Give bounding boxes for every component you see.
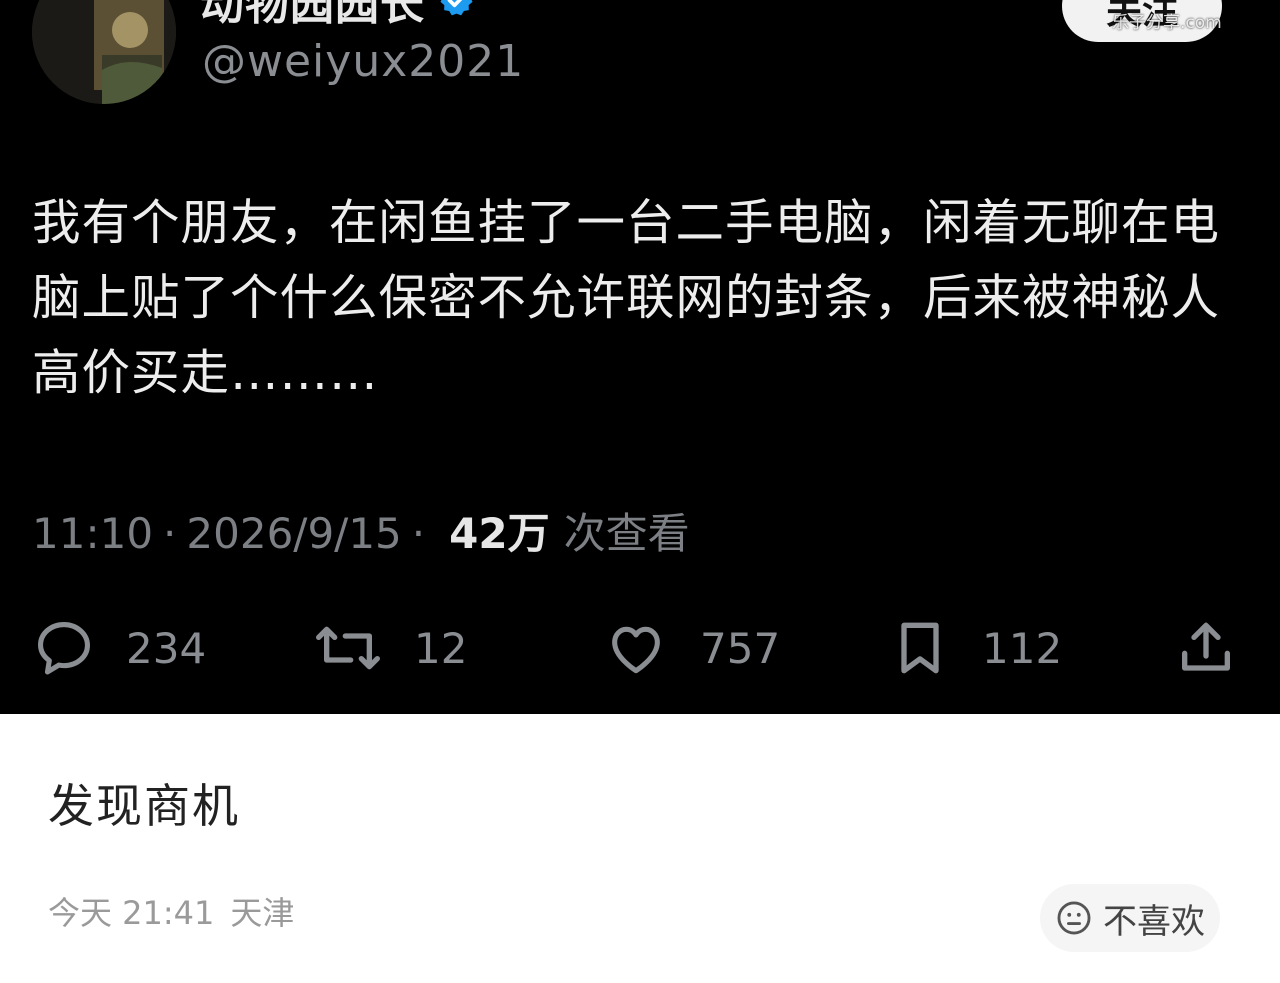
- tweet-time: 11:10: [32, 509, 154, 558]
- views-count: 42万: [449, 509, 550, 558]
- reply-count: 234: [126, 623, 207, 673]
- avatar[interactable]: [32, 0, 176, 104]
- tweet-date: 2026/9/15: [186, 509, 402, 558]
- frown-face-icon: [1057, 901, 1091, 935]
- post-location: 天津: [230, 894, 295, 932]
- separator-dot: ·: [163, 509, 177, 558]
- reply-icon: [38, 622, 90, 675]
- post-timestamp: 今天 21:41: [48, 894, 215, 932]
- bookmark-button[interactable]: 112: [888, 608, 1062, 688]
- tweet-text: 我有个朋友，在闲鱼挂了一台二手电脑，闲着无聊在电脑上贴了个什么保密不允许联网的封…: [32, 195, 1221, 401]
- reply-button[interactable]: 234: [32, 608, 206, 688]
- like-button[interactable]: 757: [602, 608, 780, 688]
- share-icon: [1182, 622, 1230, 671]
- display-name-row: 动物园园长: [200, 0, 477, 30]
- user-handle[interactable]: @weiyux2021: [202, 36, 524, 87]
- views-label: 次查看: [563, 509, 690, 558]
- tweet-screenshot: 动物园园长 @weiyux2021 关注 乐子分享.com 我有个朋友，在闲鱼挂…: [0, 0, 1280, 714]
- bookmark-count: 112: [982, 623, 1063, 673]
- separator-dot: ·: [411, 509, 426, 558]
- post-meta: 今天 21:41 天津: [48, 888, 294, 934]
- tweet-meta: 11:10 · 2026/9/15 · 42万 次查看: [32, 500, 690, 561]
- dislike-button[interactable]: 不喜欢: [1040, 884, 1220, 952]
- tweet-actions: 234 12 757 112: [0, 608, 1280, 688]
- like-count: 757: [700, 623, 781, 673]
- display-name[interactable]: 动物园园长: [200, 0, 425, 32]
- watermark: 乐子分享.com: [1112, 13, 1222, 33]
- retweet-icon: [315, 626, 380, 670]
- page: 动物园园长 @weiyux2021 关注 乐子分享.com 我有个朋友，在闲鱼挂…: [0, 0, 1280, 983]
- retweet-button[interactable]: 12: [312, 608, 467, 688]
- heart-icon: [612, 626, 660, 674]
- bookmark-icon: [901, 622, 939, 674]
- share-button[interactable]: [1174, 608, 1238, 688]
- post-caption: 发现商机: [48, 779, 240, 833]
- retweet-count: 12: [414, 623, 468, 673]
- verified-badge-icon: [440, 0, 473, 16]
- dislike-label: 不喜欢: [1103, 901, 1205, 942]
